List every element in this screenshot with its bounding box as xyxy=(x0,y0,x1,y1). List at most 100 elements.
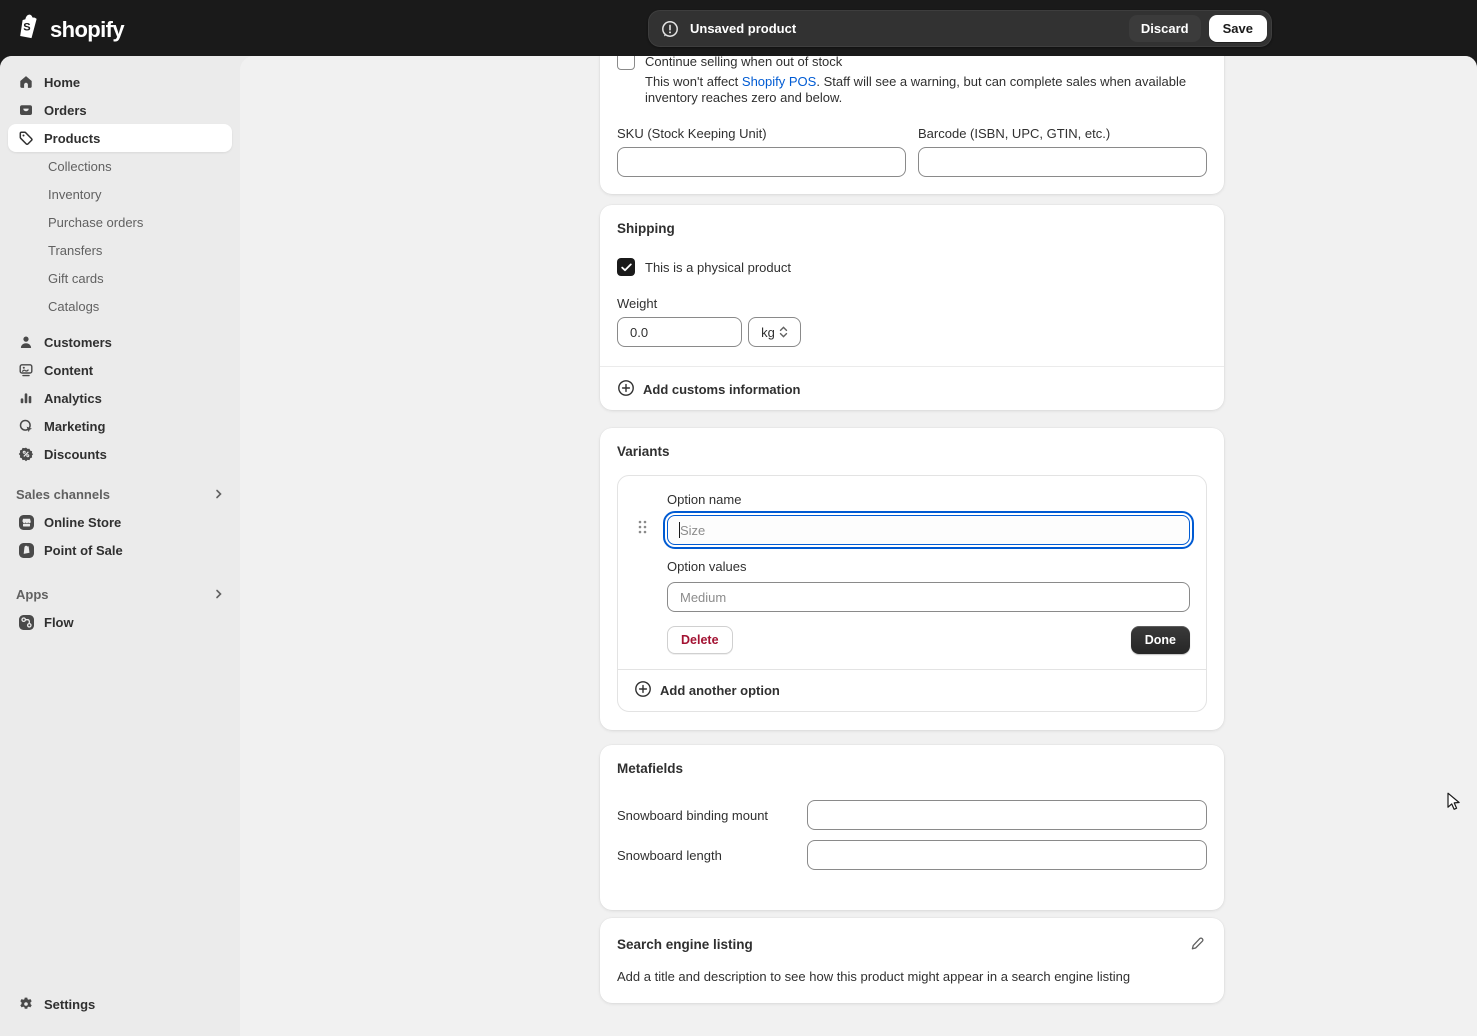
sidebar-settings: Settings xyxy=(8,990,232,1018)
sidebar-item-content[interactable]: Content xyxy=(8,356,232,384)
sidebar-item-products[interactable]: Products xyxy=(8,124,232,152)
option-name-input[interactable] xyxy=(667,515,1190,545)
sidebar-item-point-of-sale[interactable]: Point of Sale xyxy=(8,536,232,564)
snowboard-length-input[interactable] xyxy=(807,840,1207,870)
seo-description: Add a title and description to see how t… xyxy=(617,969,1207,984)
apps-header[interactable]: Apps xyxy=(8,580,232,608)
unsaved-message: Unsaved product xyxy=(690,21,796,36)
app-shell: Home Orders Products Collections Invento… xyxy=(0,56,1477,1036)
sku-input[interactable] xyxy=(617,147,906,177)
variants-title: Variants xyxy=(617,444,1207,459)
sidebar-item-gift-cards[interactable]: Gift cards xyxy=(8,264,232,292)
sku-label: SKU (Stock Keeping Unit) xyxy=(617,126,906,141)
discard-button[interactable]: Discard xyxy=(1129,15,1201,42)
metafields-card: Metafields Snowboard binding mount Snowb… xyxy=(600,745,1224,910)
sidebar-item-orders[interactable]: Orders xyxy=(8,96,232,124)
snowboard-binding-mount-input[interactable] xyxy=(807,800,1207,830)
home-icon xyxy=(16,74,36,90)
sidebar-item-online-store[interactable]: Online Store xyxy=(8,508,232,536)
sidebar-item-label: Settings xyxy=(44,997,95,1012)
add-customs-button[interactable]: Add customs information xyxy=(617,379,1207,400)
weight-label: Weight xyxy=(617,296,1207,311)
metafield-row: Snowboard binding mount xyxy=(617,800,1207,830)
add-customs-label: Add customs information xyxy=(643,382,800,397)
seo-card: Search engine listing Add a title and de… xyxy=(600,918,1224,1003)
sidebar-item-collections[interactable]: Collections xyxy=(8,152,232,180)
sidebar-item-label: Collections xyxy=(48,159,112,174)
point-of-sale-icon xyxy=(16,542,36,559)
option-name-label: Option name xyxy=(667,492,1190,507)
sales-channels-header[interactable]: Sales channels xyxy=(8,480,232,508)
sidebar-item-label: Purchase orders xyxy=(48,215,143,230)
sidebar-item-customers[interactable]: Customers xyxy=(8,328,232,356)
sidebar-item-marketing[interactable]: Marketing xyxy=(8,412,232,440)
online-store-icon xyxy=(16,514,36,531)
physical-product-label: This is a physical product xyxy=(645,260,791,275)
sidebar-item-label: Flow xyxy=(44,615,74,630)
sidebar-item-label: Content xyxy=(44,363,93,378)
sidebar: Home Orders Products Collections Invento… xyxy=(0,56,240,1036)
person-icon xyxy=(16,334,36,350)
plus-circle-icon xyxy=(617,379,635,400)
chevron-right-icon xyxy=(214,587,224,602)
barcode-label: Barcode (ISBN, UPC, GTIN, etc.) xyxy=(918,126,1207,141)
weight-unit-select[interactable]: kg xyxy=(748,317,801,347)
shipping-title: Shipping xyxy=(617,221,1207,236)
sidebar-item-purchase-orders[interactable]: Purchase orders xyxy=(8,208,232,236)
sidebar-nav: Home Orders Products Collections Invento… xyxy=(8,68,232,636)
sidebar-item-label: Catalogs xyxy=(48,299,99,314)
sidebar-item-inventory[interactable]: Inventory xyxy=(8,180,232,208)
sidebar-item-label: Products xyxy=(44,131,100,146)
metafields-title: Metafields xyxy=(617,761,1207,776)
edit-seo-button[interactable] xyxy=(1187,934,1207,954)
sidebar-item-label: Online Store xyxy=(44,515,121,530)
inventory-card: Continue selling when out of stock This … xyxy=(600,56,1224,194)
sidebar-item-label: Customers xyxy=(44,335,112,350)
sidebar-item-analytics[interactable]: Analytics xyxy=(8,384,232,412)
alert-bubble-icon xyxy=(660,19,680,39)
gear-icon xyxy=(16,996,36,1012)
barcode-input[interactable] xyxy=(918,147,1207,177)
weight-input[interactable] xyxy=(617,317,742,347)
orders-icon xyxy=(16,102,36,118)
sidebar-item-label: Transfers xyxy=(48,243,102,258)
sidebar-item-catalogs[interactable]: Catalogs xyxy=(8,292,232,320)
check-icon xyxy=(621,263,632,272)
sidebar-item-label: Discounts xyxy=(44,447,107,462)
sales-channels-label: Sales channels xyxy=(16,487,110,502)
physical-product-checkbox[interactable] xyxy=(617,258,635,276)
sidebar-item-discounts[interactable]: Discounts xyxy=(8,440,232,468)
sidebar-item-flow[interactable]: Flow xyxy=(8,608,232,636)
shopify-pos-link[interactable]: Shopify POS xyxy=(742,74,816,89)
flow-icon xyxy=(16,614,36,631)
save-button[interactable]: Save xyxy=(1209,15,1267,42)
shopify-logo[interactable]: S shopify xyxy=(18,13,124,46)
shopify-bag-icon: S xyxy=(18,13,43,46)
topbar: S shopify Unsaved product Discard Save xyxy=(0,0,1477,56)
continue-selling-help: This won't affect Shopify POS. Staff wil… xyxy=(645,74,1197,106)
weight-unit-value: kg xyxy=(761,325,775,340)
discount-badge-icon xyxy=(16,446,36,462)
continue-selling-checkbox[interactable] xyxy=(617,56,635,70)
metafield-label: Snowboard length xyxy=(617,848,807,863)
sidebar-item-label: Gift cards xyxy=(48,271,104,286)
shopify-wordmark: shopify xyxy=(50,17,124,43)
unsaved-changes-bar: Unsaved product Discard Save xyxy=(648,10,1272,47)
shipping-card: Shipping This is a physical product Weig… xyxy=(600,205,1224,410)
done-button[interactable]: Done xyxy=(1131,626,1190,654)
option-values-label: Option values xyxy=(667,559,1190,574)
sidebar-item-label: Point of Sale xyxy=(44,543,123,558)
delete-option-button[interactable]: Delete xyxy=(667,626,733,654)
sidebar-item-label: Inventory xyxy=(48,187,101,202)
sidebar-item-settings[interactable]: Settings xyxy=(8,990,232,1018)
add-another-option-button[interactable]: Add another option xyxy=(634,680,1190,701)
bar-chart-icon xyxy=(16,390,36,406)
add-another-option-label: Add another option xyxy=(660,683,780,698)
drag-handle-icon[interactable] xyxy=(637,519,648,654)
seo-title: Search engine listing xyxy=(617,937,753,952)
continue-selling-label: Continue selling when out of stock xyxy=(645,56,842,69)
sidebar-item-home[interactable]: Home xyxy=(8,68,232,96)
pencil-icon xyxy=(1189,936,1205,952)
sidebar-item-transfers[interactable]: Transfers xyxy=(8,236,232,264)
option-value-input[interactable] xyxy=(667,582,1190,612)
